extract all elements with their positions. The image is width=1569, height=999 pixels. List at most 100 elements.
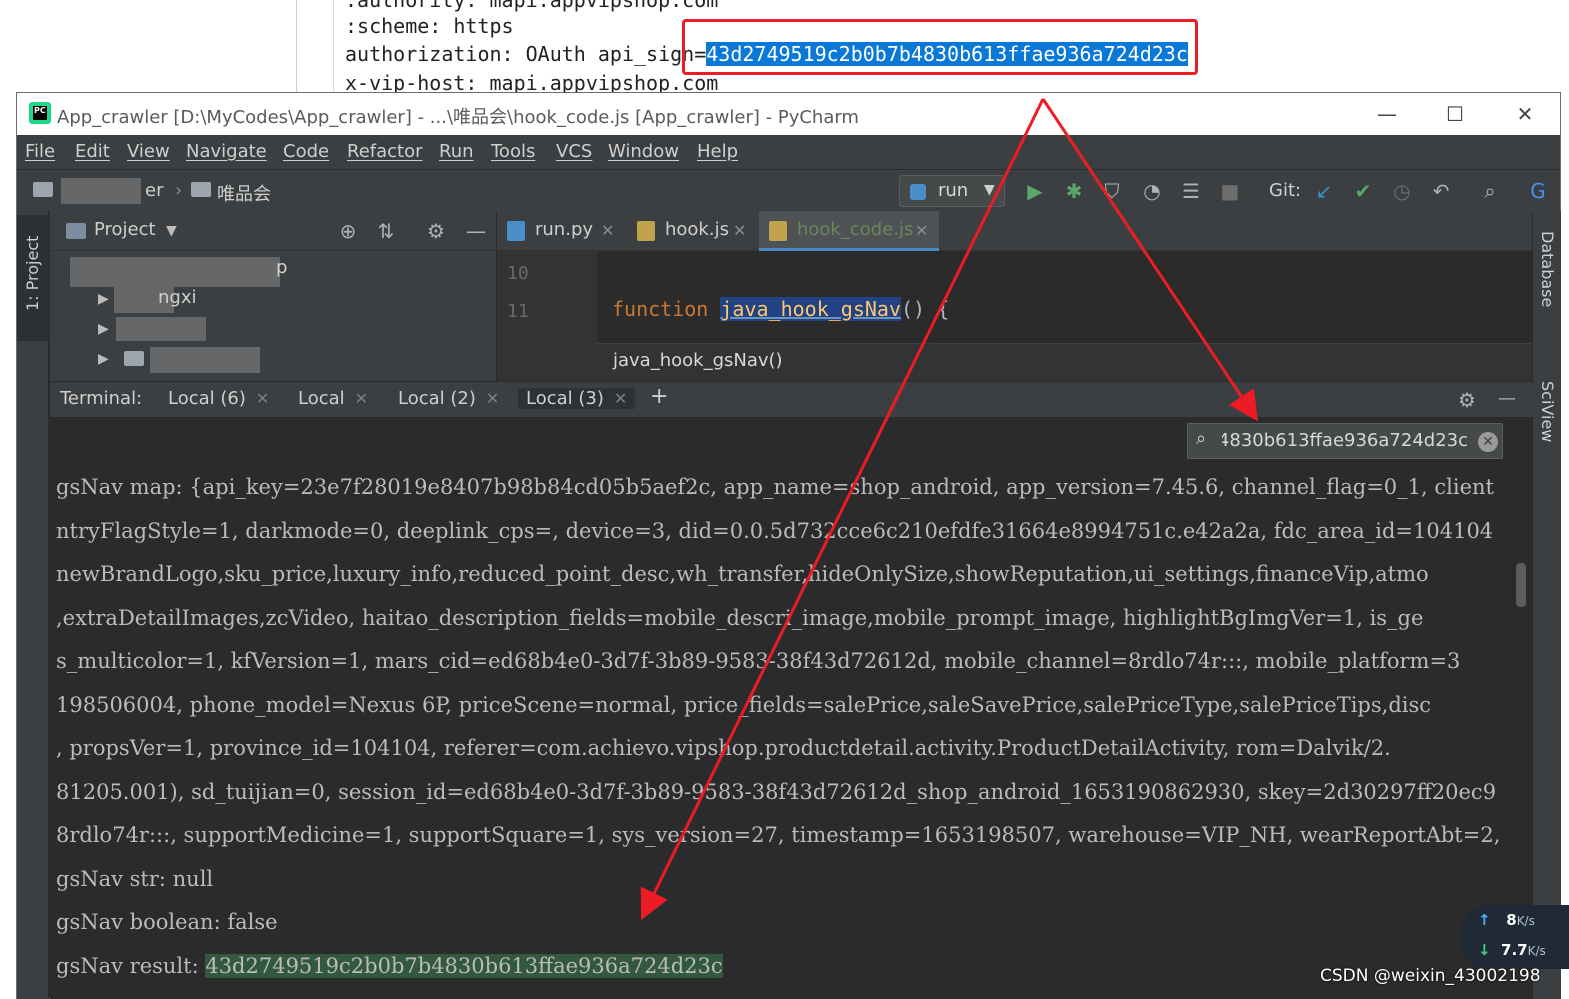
navigation-bar: er › 唯品会 run ▼ ▶ ✱ ⛉ ◔ ☰ ■ Git: ↙ ✔ ◷ ↶ … — [17, 169, 1560, 211]
terminal-line: gsNav boolean: false — [56, 910, 278, 934]
collapse-all-icon[interactable]: ⇅ — [372, 217, 400, 245]
download-speed: ↓ 7.7K/s — [1478, 941, 1546, 959]
search-everywhere-icon[interactable]: ⌕ — [1477, 178, 1503, 204]
chevron-down-icon[interactable]: ▼ — [166, 223, 177, 239]
expand-arrow-icon[interactable]: ▶ — [98, 351, 109, 367]
git-commit-icon[interactable]: ✔ — [1350, 178, 1376, 204]
new-terminal-button[interactable]: + — [650, 384, 668, 409]
download-value: 7.7 — [1501, 941, 1528, 959]
gear-icon[interactable]: ⚙ — [1458, 388, 1476, 412]
code-function-name: java_hook_gsNav — [720, 297, 901, 321]
menu-help[interactable]: Help — [697, 141, 738, 162]
breadcrumb-folder[interactable]: 唯品会 — [217, 180, 271, 206]
close-tab-icon[interactable]: ✕ — [733, 221, 746, 240]
pycharm-window: PC App_crawler [D:\MyCodes\App_crawler] … — [16, 92, 1561, 999]
terminal-tab-local-6[interactable]: Local (6) ✕ — [168, 388, 269, 409]
terminal-scrollbar[interactable] — [1516, 563, 1526, 607]
git-rollback-icon[interactable]: ↶ — [1428, 178, 1454, 204]
locate-icon[interactable]: ⊕ — [334, 217, 362, 245]
coverage-icon[interactable]: ⛉ — [1099, 178, 1125, 204]
menu-code[interactable]: Code — [283, 141, 329, 162]
git-history-icon[interactable]: ◷ — [1389, 178, 1415, 204]
run-config-select[interactable]: run ▼ — [899, 175, 1005, 207]
expand-arrow-icon[interactable]: ▶ — [98, 291, 109, 307]
terminal-line: 198506004, phone_model=Nexus 6P, priceSc… — [56, 693, 1432, 717]
terminal-line: newBrandLogo,sku_price,luxury_info,reduc… — [56, 562, 1429, 586]
close-tab-icon[interactable]: ✕ — [355, 389, 368, 408]
menu-navigate[interactable]: Navigate — [186, 141, 267, 162]
result-value[interactable]: 43d2749519c2b0b7b4830b613ffae936a724d23c — [205, 954, 723, 978]
minimize-button[interactable]: — — [1367, 99, 1407, 129]
annotation-red-box — [682, 19, 1198, 75]
tab-hook-code-js[interactable]: hook_code.js ✕ — [759, 211, 939, 251]
menu-file[interactable]: File — [25, 141, 55, 162]
project-panel-header: Project ▼ ⊕ ⇅ ⚙ — — [50, 211, 496, 251]
download-unit: K/s — [1527, 944, 1546, 958]
editor-breadcrumb[interactable]: java_hook_gsNav() — [613, 350, 783, 371]
translate-icon[interactable]: G — [1525, 178, 1551, 204]
tree-item-partial: ngxi — [158, 287, 197, 308]
network-speed-widget: ↑ 8K/s ↓ 7.7K/s — [1460, 905, 1569, 969]
terminal-line: 8rdlo74r:::, supportMedicine=1, supportS… — [56, 823, 1501, 847]
git-update-icon[interactable]: ↙ — [1311, 178, 1337, 204]
chevron-down-icon: ▼ — [984, 182, 995, 198]
terminal-line: gsNav str: null — [56, 867, 214, 891]
code-line[interactable]: function java_hook_gsNav() { — [612, 297, 949, 321]
expand-arrow-icon[interactable]: ▶ — [98, 321, 109, 337]
menu-vcs[interactable]: VCS — [556, 141, 592, 162]
close-tab-icon[interactable]: ✕ — [915, 221, 928, 240]
terminal-search-input[interactable]: ⌕ b4830b613ffae936a724d23c ✕ — [1187, 423, 1503, 459]
tab-label: hook_code.js — [797, 219, 914, 240]
clear-search-icon[interactable]: ✕ — [1478, 432, 1498, 452]
close-tab-icon[interactable]: ✕ — [601, 221, 614, 240]
menu-window[interactable]: Window — [608, 141, 679, 162]
hide-icon[interactable]: — — [1498, 388, 1516, 409]
breadcrumb-project[interactable]: er — [145, 180, 163, 201]
search-icon: ⌕ — [1196, 428, 1207, 449]
menu-refactor[interactable]: Refactor — [347, 141, 423, 162]
code-keyword: function — [612, 297, 709, 321]
close-tab-icon[interactable]: ✕ — [614, 389, 627, 408]
menu-view[interactable]: View — [127, 141, 170, 162]
terminal-output[interactable]: ⌕ b4830b613ffae936a724d23c ✕ gsNav map: … — [50, 417, 1533, 999]
breadcrumb-separator-icon: › — [175, 180, 183, 201]
editor-breadcrumb-bar: java_hook_gsNav() — [597, 343, 1532, 381]
hide-icon[interactable]: — — [462, 217, 490, 245]
tab-run-py[interactable]: run.py ✕ — [497, 211, 627, 251]
terminal-tab-local-2[interactable]: Local (2) ✕ — [398, 388, 499, 409]
gear-icon[interactable]: ⚙ — [422, 217, 450, 245]
terminal-tab-local[interactable]: Local ✕ — [298, 388, 368, 409]
project-icon — [66, 223, 86, 239]
menu-edit[interactable]: Edit — [75, 141, 110, 162]
sciview-tool-tab[interactable]: SciView — [1538, 381, 1557, 442]
upload-arrow-icon: ↑ — [1478, 911, 1491, 929]
close-tab-icon[interactable]: ✕ — [486, 389, 499, 408]
result-label: gsNav result: — [56, 954, 206, 978]
panel-gutter — [333, 0, 334, 92]
terminal-tab-local-3[interactable]: Local (3) ✕ — [518, 388, 636, 409]
run-icon[interactable]: ▶ — [1022, 178, 1048, 204]
project-tool-tab[interactable]: 1: Project — [17, 215, 49, 341]
concurrency-icon[interactable]: ☰ — [1178, 178, 1204, 204]
tab-label: Local — [298, 388, 345, 409]
close-tab-icon[interactable]: ✕ — [256, 389, 269, 408]
tab-label: Local (3) — [526, 388, 604, 409]
python-file-icon — [507, 221, 525, 241]
tab-hook-js[interactable]: hook.js ✕ — [627, 211, 757, 251]
python-icon — [910, 184, 926, 200]
blurred-project-name — [61, 178, 141, 204]
menu-bar: File Edit View Navigate Code Refactor Ru… — [17, 135, 1560, 169]
menu-tools[interactable]: Tools — [491, 141, 535, 162]
close-button[interactable]: ✕ — [1505, 99, 1545, 129]
folder-icon — [191, 182, 211, 197]
database-tool-tab[interactable]: Database — [1538, 231, 1557, 307]
js-file-icon — [769, 221, 787, 241]
debug-icon[interactable]: ✱ — [1061, 178, 1087, 204]
menu-run[interactable]: Run — [439, 141, 474, 162]
profile-icon[interactable]: ◔ — [1139, 178, 1165, 204]
maximize-button[interactable]: ☐ — [1435, 99, 1475, 129]
git-label: Git: — [1269, 180, 1302, 201]
project-panel-title[interactable]: Project — [94, 219, 156, 240]
tree-item-partial: p — [276, 257, 288, 278]
stop-icon[interactable]: ■ — [1217, 178, 1243, 204]
